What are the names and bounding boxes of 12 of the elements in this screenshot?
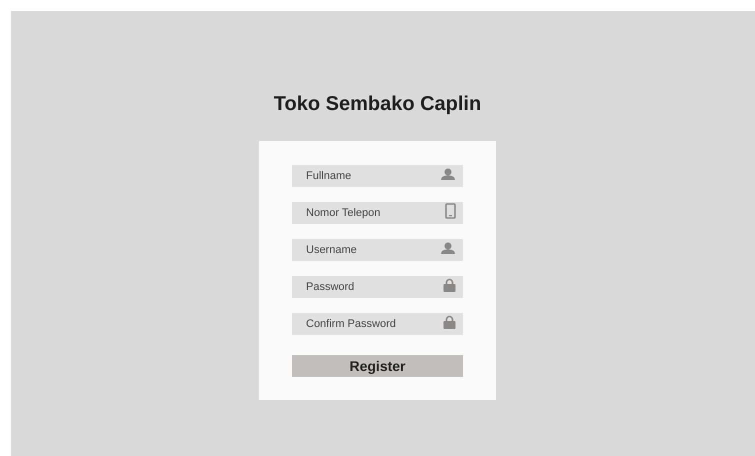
person-icon <box>440 168 456 180</box>
page-title: Toko Sembako Caplin <box>274 92 482 116</box>
input-field[interactable]: Password <box>292 276 463 298</box>
phone-icon <box>445 203 456 219</box>
input-field[interactable]: Confirm Password <box>292 313 463 335</box>
input-field[interactable]: Username <box>292 239 463 261</box>
person-icon <box>440 242 456 254</box>
lock-icon <box>443 315 456 329</box>
input-field[interactable]: Nomor Telepon <box>292 202 463 224</box>
register-button[interactable]: Register <box>292 355 463 377</box>
lock-icon <box>443 278 456 292</box>
input-field[interactable]: Fullname <box>292 165 463 187</box>
